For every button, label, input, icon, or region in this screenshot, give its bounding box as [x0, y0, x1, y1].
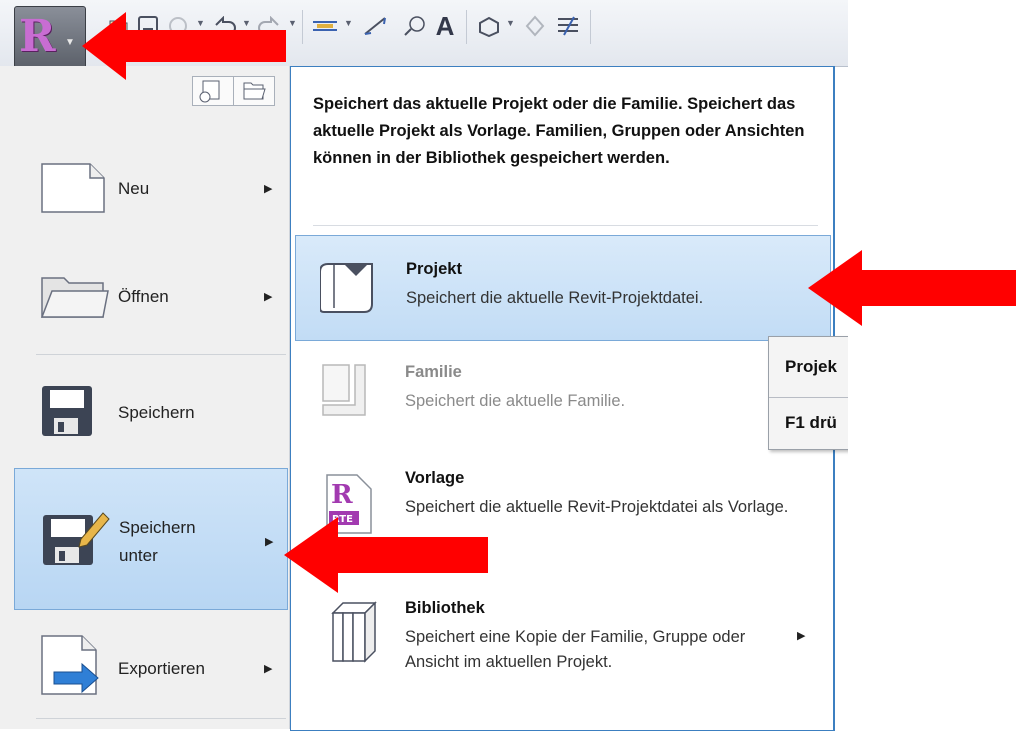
- annotation-arrow-app-button: [82, 12, 286, 80]
- page-margin: [848, 0, 1019, 729]
- submenu-description: Speichert das aktuelle Projekt oder die …: [313, 95, 805, 167]
- menu-item-label-line2: unter: [119, 546, 158, 565]
- dimension-icon[interactable]: [360, 12, 390, 40]
- option-title: Bibliothek: [405, 599, 485, 617]
- option-family: Familie Speichert die aktuelle Familie.: [295, 359, 829, 455]
- menu-item-open[interactable]: Öffnen ▶: [16, 250, 286, 340]
- recent-documents-button[interactable]: [192, 76, 234, 106]
- tooltip-help-hint: F1 drü: [785, 413, 837, 432]
- 3d-view-icon[interactable]: [474, 12, 504, 40]
- svg-text:R: R: [331, 480, 353, 510]
- save-as-icon: [43, 512, 110, 565]
- option-title: Familie: [405, 363, 462, 381]
- submenu-arrow-icon: ▶: [265, 536, 274, 548]
- option-title: Projekt: [406, 260, 462, 278]
- tooltip: Projek F1 drü: [768, 336, 860, 450]
- new-document-icon: [41, 163, 105, 213]
- submenu-arrow-icon: ▶: [797, 630, 806, 642]
- option-title: Vorlage: [405, 469, 465, 487]
- option-description: Speichert die aktuelle Revit-Projektdate…: [406, 289, 704, 307]
- submenu-separator: [313, 225, 818, 226]
- submenu-arrow-icon: ▶: [264, 663, 273, 675]
- menu-item-label: Öffnen: [118, 287, 169, 306]
- measure-icon[interactable]: [310, 12, 340, 40]
- application-menu: Neu ▶ Öffnen ▶ Speichern Speichern unter…: [0, 66, 290, 729]
- menu-item-save-as[interactable]: Speichern unter ▶: [14, 468, 288, 610]
- toolbar-separator: [466, 10, 467, 44]
- open-documents-icon: [243, 82, 266, 100]
- tooltip-title: Projek: [785, 357, 837, 376]
- menu-item-save[interactable]: Speichern: [16, 366, 286, 458]
- save-as-submenu: Speichert das aktuelle Projekt oder die …: [290, 66, 835, 731]
- menu-item-label: Neu: [118, 179, 150, 198]
- floppy-disk-icon: [42, 386, 92, 436]
- annotation-arrow-project: [808, 250, 1016, 326]
- 3d-view-dropdown-icon[interactable]: ▼: [506, 18, 515, 28]
- project-scroll-icon: [320, 263, 373, 313]
- toolbar-separator: [302, 10, 303, 44]
- tag-icon[interactable]: [400, 12, 428, 40]
- menu-item-export[interactable]: Exportieren ▶: [16, 616, 286, 712]
- menu-item-label: Speichern: [118, 403, 195, 422]
- revit-logo: R: [19, 11, 56, 62]
- option-description: Speichert die aktuelle Familie.: [405, 392, 626, 410]
- measure-dropdown-icon[interactable]: ▼: [344, 18, 353, 28]
- menu-item-label-line1: Speichern: [119, 518, 196, 537]
- menu-separator: [36, 354, 286, 355]
- option-description: Speichert eine Kopie der Familie, Gruppe…: [405, 628, 746, 671]
- submenu-arrow-icon: ▶: [264, 291, 273, 303]
- annotation-arrow-save-as: [284, 517, 488, 593]
- open-documents-button[interactable]: [233, 76, 275, 106]
- option-library[interactable]: Bibliothek Speichert eine Kopie der Fami…: [295, 595, 829, 695]
- option-project[interactable]: Projekt Speichert die aktuelle Revit-Pro…: [295, 235, 831, 341]
- family-icon: [322, 364, 366, 416]
- open-folder-icon: [40, 277, 109, 318]
- text-icon[interactable]: A: [432, 11, 458, 41]
- library-books-icon: [331, 601, 377, 663]
- menu-item-label: Exportieren: [118, 659, 205, 678]
- chevron-down-icon: ▼: [65, 37, 75, 48]
- thin-lines-icon[interactable]: [554, 12, 582, 40]
- toolbar-separator: [590, 10, 591, 44]
- export-icon: [41, 635, 99, 695]
- section-icon[interactable]: [522, 12, 548, 40]
- menu-item-new[interactable]: Neu ▶: [16, 144, 286, 234]
- tooltip-separator: [769, 397, 859, 398]
- recent-documents-icon: [199, 80, 220, 103]
- menu-separator: [36, 718, 286, 719]
- submenu-arrow-icon: ▶: [264, 183, 273, 195]
